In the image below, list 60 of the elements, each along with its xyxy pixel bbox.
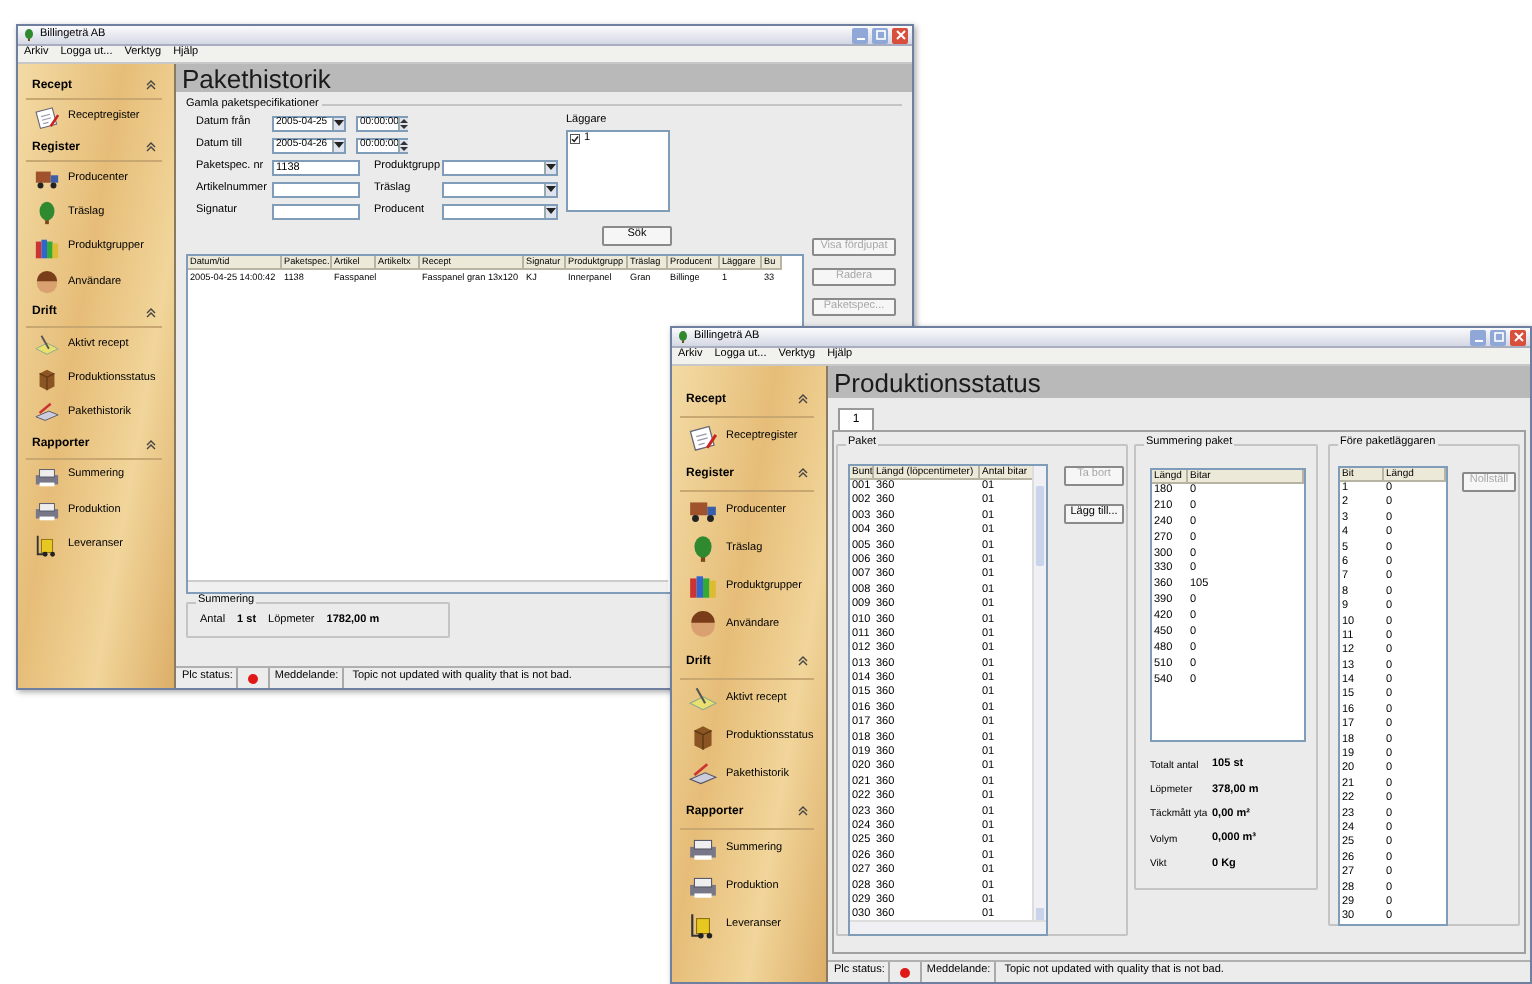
document-icon — [688, 422, 718, 452]
printer-icon — [34, 463, 60, 490]
printer-icon — [688, 834, 718, 864]
close-button[interactable] — [1510, 329, 1526, 345]
dropdown-button[interactable] — [544, 205, 556, 217]
close-button[interactable] — [892, 27, 908, 43]
tree-icon — [676, 330, 690, 344]
forklift-icon — [688, 910, 718, 940]
horizontal-scrollbar[interactable] — [188, 580, 668, 592]
printer-icon — [688, 872, 718, 902]
page-title: Produktionsstatus — [834, 369, 1041, 395]
collapse-icon[interactable] — [798, 656, 808, 666]
truck-icon — [34, 166, 60, 193]
books-icon — [688, 572, 718, 602]
vertical-scrollbar[interactable] — [1032, 466, 1046, 920]
horizontal-scrollbar[interactable] — [850, 920, 1046, 934]
box-icon — [34, 366, 60, 393]
text-field[interactable] — [272, 181, 360, 197]
document-icon — [34, 104, 60, 131]
spin-button[interactable] — [398, 117, 409, 129]
spinner-icon — [400, 117, 409, 129]
books-icon — [34, 235, 60, 262]
collapse-icon[interactable] — [146, 439, 156, 449]
pen-icon — [34, 332, 60, 359]
maximize-icon — [1491, 330, 1505, 344]
forklift-icon — [34, 531, 60, 558]
page-title: Pakethistorik — [182, 65, 331, 91]
list-view[interactable] — [848, 464, 1048, 936]
scanner-icon — [688, 760, 718, 790]
box-icon — [688, 722, 718, 752]
pen-icon — [688, 684, 718, 714]
collapse-icon[interactable] — [798, 394, 808, 404]
collapse-icon[interactable] — [146, 80, 156, 90]
collapse-icon[interactable] — [146, 142, 156, 153]
collapse-icon[interactable] — [798, 806, 808, 816]
dropdown-button[interactable] — [332, 117, 344, 129]
dropdown-button[interactable] — [544, 161, 556, 173]
caret-icon — [334, 120, 344, 126]
caret-icon — [546, 208, 556, 214]
person-icon — [34, 269, 60, 296]
collapse-icon[interactable] — [798, 468, 808, 478]
tree-icon — [34, 200, 60, 227]
dropdown-button[interactable] — [544, 183, 556, 195]
truck-icon — [688, 496, 718, 526]
maximize-icon — [873, 28, 887, 42]
close-icon — [893, 28, 907, 42]
caret-icon — [334, 142, 344, 148]
caret-icon — [546, 164, 556, 170]
checkbox[interactable] — [570, 133, 580, 144]
scanner-icon — [34, 400, 60, 427]
person-icon — [688, 610, 718, 640]
caret-icon — [546, 186, 556, 192]
spinner-icon — [400, 139, 409, 151]
close-icon — [1511, 330, 1525, 344]
printer-icon — [34, 497, 60, 524]
collapse-icon[interactable] — [146, 307, 156, 318]
dropdown-button[interactable] — [332, 139, 344, 151]
tree-icon — [22, 28, 36, 42]
spin-button[interactable] — [398, 139, 409, 151]
text-field[interactable] — [272, 203, 360, 219]
